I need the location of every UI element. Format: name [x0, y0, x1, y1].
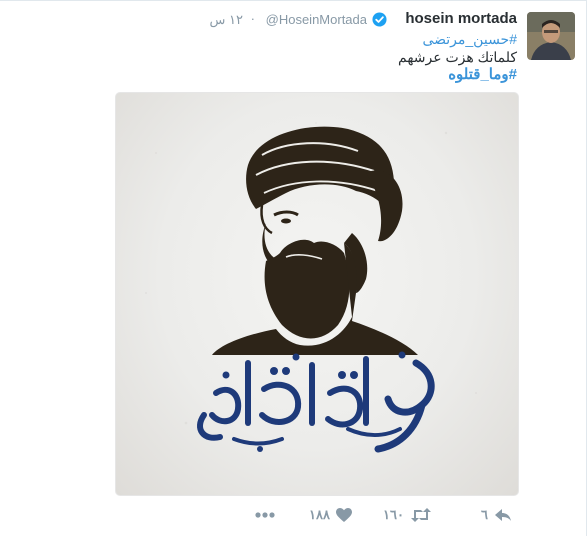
more-icon	[255, 512, 275, 518]
retweet-count: ۱٦٠	[383, 507, 404, 522]
like-count: ۱۸۸	[309, 507, 330, 522]
like-action[interactable]: ۱۸۸	[309, 505, 352, 525]
heart-icon	[336, 508, 352, 522]
more-options-button[interactable]	[255, 505, 275, 525]
separator-dot: ·	[250, 11, 255, 26]
user-handle[interactable]: @HoseinMortada	[266, 12, 367, 27]
hashtag-link[interactable]: #وما_قتلوه	[77, 66, 517, 84]
tweet-body-line: كلماتك هزت عرشهم	[398, 49, 517, 65]
retweet-action[interactable]: ۱٦٠	[383, 505, 432, 525]
tweet-actions: ٦ ۱٦٠ ۱۸۸	[0, 505, 587, 525]
tweet-card: hosein mortada @HoseinMortada · ۱۲ س #حس…	[0, 0, 587, 536]
tweet-text: #حسين_مرتضى كلماتك هزت عرشهم #وما_قتلوه	[77, 30, 517, 84]
tweet-timestamp[interactable]: ۱۲ س	[210, 12, 243, 28]
user-fullname[interactable]: hosein mortada	[405, 10, 517, 27]
top-divider	[0, 0, 587, 1]
tweet-media-image[interactable]	[115, 92, 519, 496]
reply-count: ٦	[481, 507, 488, 522]
verified-badge-icon	[372, 12, 387, 27]
avatar[interactable]	[527, 12, 575, 60]
retweet-icon	[410, 508, 432, 522]
hashtag-link[interactable]: #حسين_مرتضى	[77, 30, 517, 48]
reply-icon	[494, 508, 512, 522]
portrait-illustration	[145, 122, 477, 453]
reply-action[interactable]: ٦	[481, 505, 512, 525]
